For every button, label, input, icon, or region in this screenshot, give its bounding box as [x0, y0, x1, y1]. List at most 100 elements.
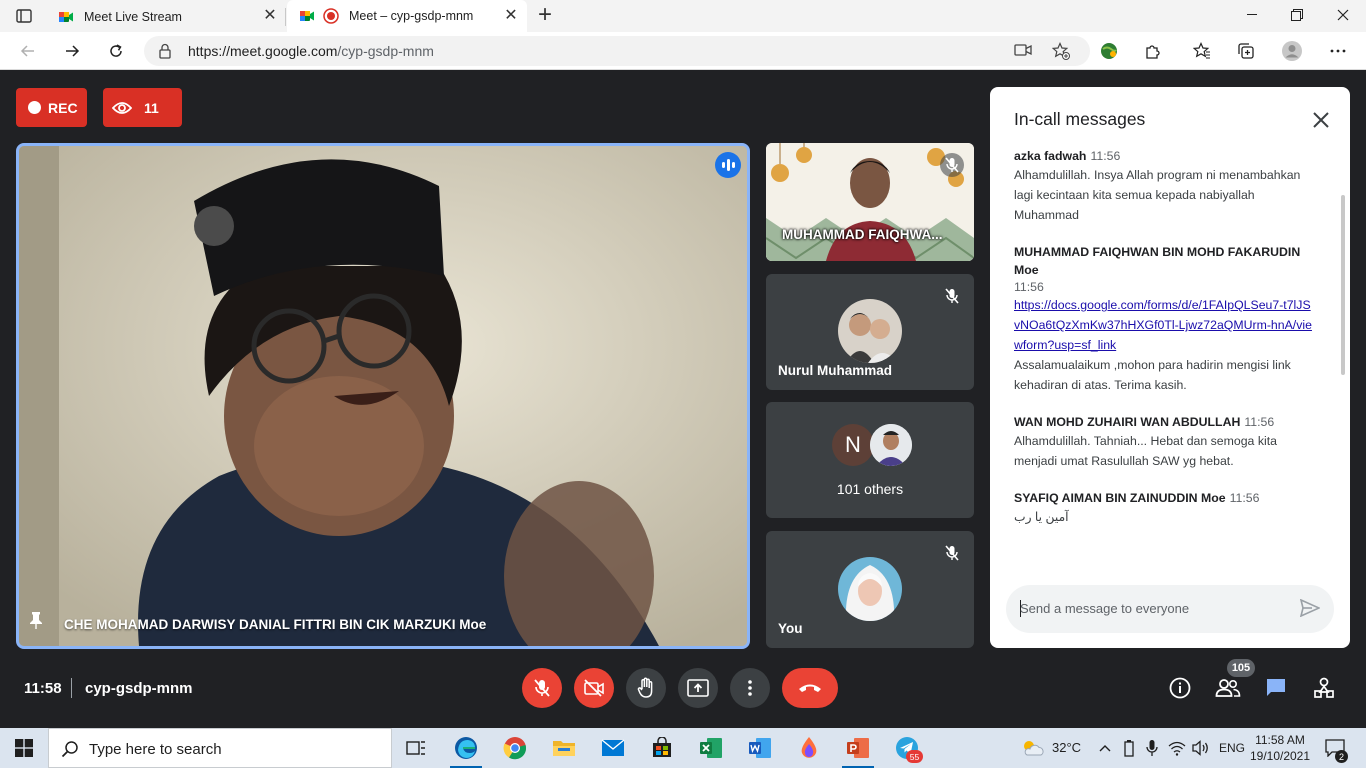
temperature: 32°C [1052, 740, 1082, 755]
message-link[interactable]: https://docs.google.com/forms/d/e/1FAIpQ… [1014, 295, 1314, 355]
extensions-icon[interactable] [1142, 40, 1164, 62]
message-sender: SYAFIQ AIMAN BIN ZAINUDDIN Moe [1014, 491, 1226, 505]
chat-input[interactable]: Send a message to everyone [1006, 585, 1334, 633]
chat-button[interactable] [1262, 674, 1290, 702]
recording-badge[interactable]: REC [16, 88, 87, 127]
more-menu-icon[interactable] [1327, 40, 1349, 62]
close-window-icon[interactable] [1320, 4, 1366, 26]
people-button[interactable] [1214, 674, 1242, 702]
mail-icon[interactable] [589, 728, 637, 768]
meeting-details-button[interactable] [1166, 674, 1194, 702]
microphone-tray-icon[interactable] [1143, 739, 1161, 757]
taskbar-search-box[interactable]: Type here to search [48, 728, 392, 768]
main-speaker-video[interactable]: CHE MOHAMAD DARWISY DANIAL FITTRI BIN CI… [16, 143, 750, 649]
lock-icon[interactable] [158, 43, 172, 64]
chat-message: WAN MOHD ZUHAIRI WAN ABDULLAH 11:56 Alham… [1014, 413, 1314, 471]
camera-toggle-button[interactable] [574, 668, 614, 708]
refresh-icon[interactable] [105, 40, 127, 62]
telegram-icon[interactable] [883, 728, 931, 768]
minimize-icon[interactable] [1229, 4, 1275, 26]
message-header: azka fadwah 11:56 [1014, 147, 1314, 165]
mic-off-icon [940, 284, 964, 308]
message-time: 11:56 [1229, 491, 1260, 505]
leave-call-button[interactable] [782, 668, 838, 708]
participant-tile-faiqhwan[interactable]: MUHAMMAD FAIQHWA... [766, 143, 974, 261]
camera-in-use-icon[interactable] [1014, 43, 1032, 62]
call-end-icon [799, 684, 821, 692]
participant-name: Nurul Muhammad [778, 363, 893, 378]
tab-title: Meet Live Stream [84, 10, 182, 24]
more-options-button[interactable] [730, 668, 770, 708]
new-tab-button[interactable]: + [534, 3, 556, 27]
mic-off-icon [940, 541, 964, 565]
pin-icon[interactable] [29, 611, 43, 634]
avatar [838, 557, 902, 621]
camera-off-icon [584, 679, 604, 697]
paint-drop-icon[interactable] [785, 728, 833, 768]
record-dot-icon [28, 101, 41, 114]
forward-icon[interactable] [61, 40, 83, 62]
self-tile[interactable]: You [766, 531, 974, 648]
back-icon[interactable] [17, 40, 39, 62]
participant-name: You [778, 621, 803, 636]
message-text: آمين يا رب [1014, 510, 1069, 524]
activities-icon [1314, 677, 1334, 698]
close-tab-icon[interactable]: ✕ [262, 8, 278, 24]
extension-globe-icon[interactable] [1098, 40, 1120, 62]
chat-scrollbar[interactable] [1341, 195, 1345, 375]
word-icon[interactable] [736, 728, 784, 768]
battery-icon[interactable] [1120, 739, 1138, 757]
tab-meet-live-stream[interactable]: Meet Live Stream ✕ [46, 2, 286, 32]
search-icon [61, 740, 79, 763]
chevron-up-icon[interactable] [1096, 739, 1114, 757]
people-count-badge: 105 [1227, 659, 1255, 677]
system-clock[interactable]: 11:58 AM 19/10/2021 [1248, 732, 1312, 764]
wifi-icon[interactable] [1168, 739, 1186, 757]
favorites-icon[interactable] [1191, 40, 1213, 62]
volume-icon[interactable] [1192, 739, 1210, 757]
activities-button[interactable] [1310, 674, 1338, 702]
others-tile[interactable]: N 101 others [766, 402, 974, 518]
speaker-video-frame [19, 146, 747, 646]
weather-icon[interactable] [1020, 739, 1046, 757]
profile-avatar-icon[interactable] [1281, 40, 1303, 62]
add-favorite-icon[interactable] [1051, 42, 1070, 65]
message-sender: azka fadwah [1014, 149, 1087, 163]
url-host: https://meet.google.com [188, 43, 338, 59]
raise-hand-button[interactable] [626, 668, 666, 708]
microphone-toggle-button[interactable] [522, 668, 562, 708]
start-button[interactable] [0, 728, 48, 768]
tab-actions-icon[interactable] [8, 5, 40, 27]
telegram-unread-badge: 55 [906, 750, 923, 763]
excel-icon[interactable] [687, 728, 735, 768]
message-header: WAN MOHD ZUHAIRI WAN ABDULLAH 11:56 [1014, 413, 1314, 431]
task-view-icon[interactable] [392, 728, 440, 768]
participant-tile-nurul[interactable]: Nurul Muhammad [766, 274, 974, 390]
file-explorer-icon[interactable] [540, 728, 588, 768]
google-meet-icon [299, 8, 315, 24]
browser-toolbar: https://meet.google.com/cyp-gsdp-mnm [0, 32, 1366, 70]
message-text: Alhamdulillah. Insya Allah program ni me… [1014, 168, 1301, 222]
notification-count-badge: 2 [1335, 750, 1348, 763]
collections-icon[interactable] [1235, 40, 1257, 62]
address-bar[interactable]: https://meet.google.com/cyp-gsdp-mnm [144, 36, 1090, 66]
mic-off-icon [534, 679, 550, 697]
tab-meet-active[interactable]: Meet – cyp-gsdp-mnm ✕ [287, 0, 527, 32]
message-sender: WAN MOHD ZUHAIRI WAN ABDULLAH [1014, 415, 1241, 429]
viewers-badge[interactable]: 11 [103, 88, 182, 127]
edge-taskbar-icon[interactable] [442, 728, 490, 768]
restore-icon[interactable] [1274, 4, 1320, 26]
search-placeholder: Type here to search [89, 741, 222, 758]
message-text: Alhamdulillah. Tahniah... Hebat dan semo… [1014, 434, 1277, 468]
send-icon[interactable] [1299, 598, 1321, 622]
chrome-taskbar-icon[interactable] [491, 728, 539, 768]
store-icon[interactable] [638, 728, 686, 768]
present-screen-button[interactable] [678, 668, 718, 708]
avatar [870, 424, 912, 466]
powerpoint-icon[interactable] [834, 728, 882, 768]
chat-messages: azka fadwah 11:56 Alhamdulillah. Insya Al… [1014, 147, 1314, 545]
viewers-count: 11 [144, 99, 159, 116]
close-icon[interactable] [1310, 109, 1332, 131]
input-language[interactable]: ENG [1219, 741, 1245, 755]
close-tab-icon[interactable]: ✕ [503, 8, 519, 24]
